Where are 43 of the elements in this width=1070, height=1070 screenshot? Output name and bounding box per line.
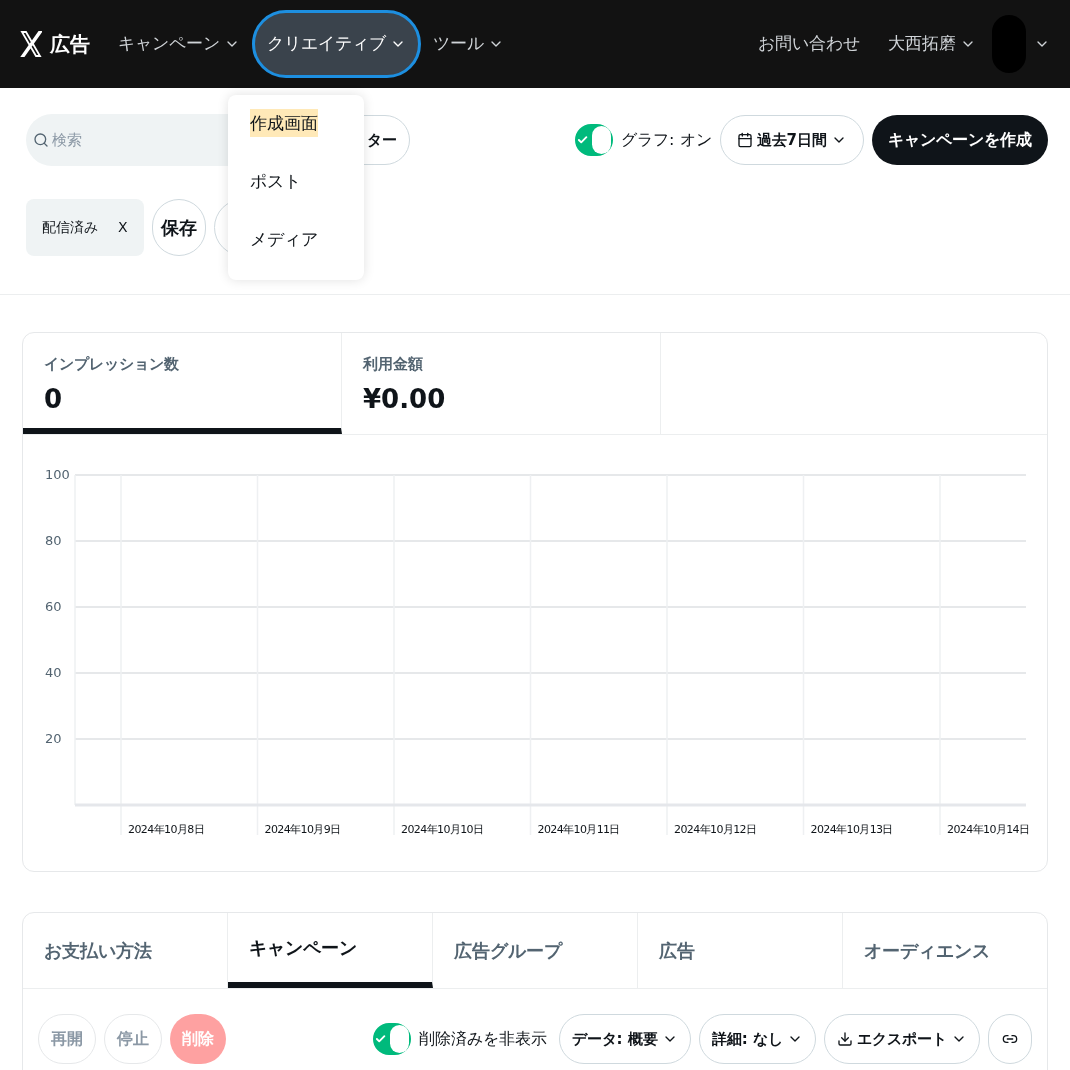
x-tick-label: 2024年10月13日	[810, 823, 893, 836]
nav-menu[interactable]: ツール	[421, 10, 516, 78]
x-tick-label: 2024年10月10日	[401, 823, 484, 836]
x-tick-label: 2024年10月14日	[947, 823, 1030, 836]
metric-tab[interactable]: インプレッション数 0	[23, 333, 342, 434]
chip-label: 配信済み	[42, 218, 98, 237]
chip-remove[interactable]: X	[118, 217, 128, 238]
search-icon	[33, 132, 49, 148]
tab[interactable]: お支払い方法	[23, 913, 228, 988]
option-button[interactable]: エクスポート	[824, 1014, 980, 1064]
x-tick-label: 2024年10月11日	[537, 823, 620, 836]
toggle-label: グラフ: オン	[621, 129, 712, 151]
check-icon	[374, 1033, 386, 1045]
tab[interactable]: 広告グループ	[433, 913, 638, 988]
y-tick-label: 80	[45, 532, 62, 548]
x-tick-label: 2024年10月12日	[674, 823, 757, 836]
menu-item[interactable]: 作成画面	[250, 109, 318, 137]
tab[interactable]: キャンペーン	[228, 913, 433, 988]
toggle-switch[interactable]	[372, 1023, 411, 1055]
menu-item[interactable]: ポスト	[250, 167, 301, 195]
tab[interactable]: 広告	[638, 913, 843, 988]
check-icon	[577, 134, 589, 146]
calendar-icon	[736, 132, 753, 148]
create-campaign-button[interactable]: キャンペーンを作成	[872, 115, 1048, 165]
download-icon	[837, 1031, 853, 1047]
y-tick-label: 60	[45, 598, 62, 614]
x-tick-label: 2024年10月8日	[128, 823, 204, 836]
logo-text: 広告	[50, 31, 90, 58]
y-tick-label: 20	[45, 730, 62, 746]
toggle-label: 削除済みを非表示	[418, 1028, 547, 1050]
x-tick-label: 2024年10月9日	[264, 823, 341, 836]
toggle-switch[interactable]	[575, 124, 614, 156]
y-tick-label: 100	[45, 466, 70, 482]
nav-menu[interactable]: キャンペーン	[106, 10, 252, 78]
x-logo-icon	[20, 31, 42, 57]
filter-chip[interactable]: 配信済み X	[26, 199, 144, 256]
nav-menu[interactable]: クリエイティブ	[252, 10, 421, 78]
y-tick-label: 40	[45, 664, 62, 680]
menu-item[interactable]: メディア	[250, 225, 318, 253]
user-menu[interactable]: 大西拓磨	[888, 31, 976, 57]
tab[interactable]: オーディエンス	[843, 913, 1047, 988]
metric-tab[interactable]: 利用金額 ¥0.00	[342, 333, 661, 434]
contact-link[interactable]: お問い合わせ	[758, 31, 860, 57]
